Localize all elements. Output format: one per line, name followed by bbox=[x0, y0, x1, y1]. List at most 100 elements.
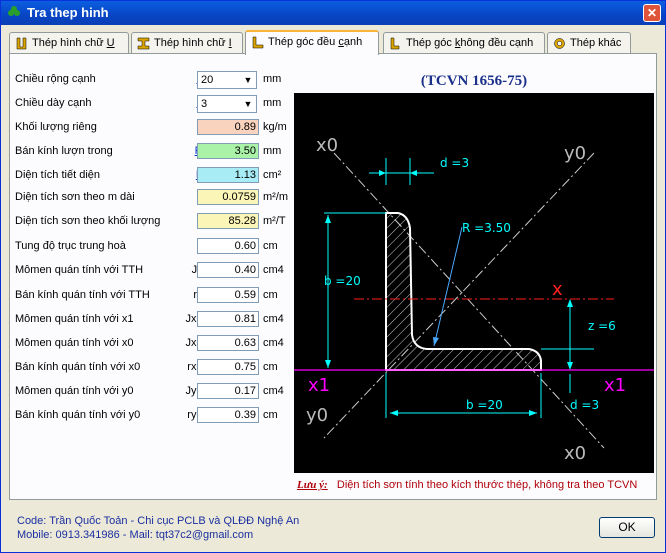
field-unit: cm² bbox=[263, 169, 282, 181]
field-unit: mm bbox=[263, 145, 282, 157]
field-value[interactable]: 0.40 bbox=[197, 262, 259, 278]
field-row: Tung độ trục trung hoàz=0.60cm bbox=[15, 238, 295, 256]
field-unit: cm bbox=[263, 361, 278, 373]
label-x0-top: x0 bbox=[316, 135, 338, 156]
field-value[interactable]: 0.81 bbox=[197, 311, 259, 327]
field-unit: kg/m bbox=[263, 121, 287, 133]
field-unit: cm4 bbox=[263, 337, 284, 349]
field-row: Mômen quán tính với x0Jx0=0.63cm4 bbox=[15, 335, 295, 353]
tab-label: Thép khác bbox=[570, 37, 622, 49]
field-value[interactable]: 3.50 bbox=[197, 143, 259, 159]
tab-label: Thép hình chữ U bbox=[32, 37, 115, 49]
field-unit: cm4 bbox=[263, 313, 284, 325]
field-value[interactable]: 85.28 bbox=[197, 213, 259, 229]
tab-thep-goc-deu-canh[interactable]: Thép góc đều cạnh bbox=[245, 30, 379, 55]
field-unit: cm bbox=[263, 289, 278, 301]
ring-icon bbox=[554, 38, 565, 49]
field-label: Khối lượng riêng bbox=[15, 121, 97, 133]
size-select[interactable]: 20 ▼ bbox=[197, 71, 257, 89]
field-label: Chiều dày cạnh bbox=[15, 97, 92, 109]
label-b-bottom: b =20 bbox=[466, 398, 503, 412]
field-value[interactable]: 0.17 bbox=[197, 383, 259, 399]
field-label: Bán kính lượn trong bbox=[15, 145, 113, 157]
field-label: Bán kính quán tính với TTH bbox=[15, 289, 150, 301]
field-row: Bán kính quán tính với x0rx0=0.75cm bbox=[15, 359, 295, 377]
field-row: Bán kính quán tính với TTHrx=0.59cm bbox=[15, 287, 295, 305]
field-unit: cm bbox=[263, 409, 278, 421]
angle-section-diagram: x0 y0 d =3 R =3.50 b =20 x z =6 x1 x1 y0… bbox=[294, 93, 654, 473]
field-value[interactable]: 0.60 bbox=[197, 238, 259, 254]
chevron-down-icon[interactable]: ▼ bbox=[240, 96, 256, 112]
field-row: Bán kính lượn trongR=3.50mm bbox=[15, 143, 295, 161]
field-row: Chiều rộng cạnhb=20▼mm bbox=[15, 71, 295, 89]
label-radius: R =3.50 bbox=[462, 221, 511, 235]
field-row: Bán kính quán tính với y0ry0=0.39cm bbox=[15, 407, 295, 425]
field-row: Mômen quán tính với x1Jx1=0.81cm4 bbox=[15, 311, 295, 329]
field-label: Diện tích sơn theo khối lượng bbox=[15, 215, 161, 227]
field-label: Diện tích sơn theo m dài bbox=[15, 191, 135, 203]
field-row: Mômen quán tính với TTHJx=0.40cm4 bbox=[15, 262, 295, 280]
tab-thep-chu-u[interactable]: Thép hình chữ U bbox=[9, 32, 129, 53]
footer-credits: Code: Trần Quốc Toản - Chi cục PCLB và Q… bbox=[17, 514, 299, 542]
field-value[interactable]: 0.63 bbox=[197, 335, 259, 351]
field-row: Khối lượng riêngg=0.89kg/m bbox=[15, 119, 295, 137]
field-label: Bán kính quán tính với x0 bbox=[15, 361, 141, 373]
tab-thep-khac[interactable]: Thép khác bbox=[547, 32, 631, 53]
tab-thep-goc-khong-deu-canh[interactable]: Thép góc không đều cạnh bbox=[383, 32, 545, 53]
field-unit: m²/T bbox=[263, 215, 286, 227]
tab-label: Thép góc đều cạnh bbox=[268, 36, 363, 48]
label-z: z =6 bbox=[588, 319, 616, 333]
field-value[interactable]: 0.0759 bbox=[197, 189, 259, 205]
close-button[interactable]: ✕ bbox=[643, 4, 661, 22]
note-text: Diện tích sơn tính theo kích thước thép,… bbox=[336, 479, 638, 491]
field-unit: cm4 bbox=[263, 385, 284, 397]
field-label: Chiều rộng cạnh bbox=[15, 73, 96, 85]
field-value[interactable]: 0.39 bbox=[197, 407, 259, 423]
field-label: Tung độ trục trung hoà bbox=[15, 240, 126, 252]
tab-label: Thép hình chữ I bbox=[154, 37, 232, 49]
label-x1-right: x1 bbox=[604, 375, 626, 396]
window-title: Tra thep hinh bbox=[27, 5, 109, 20]
i-beam-icon bbox=[137, 37, 150, 50]
field-value[interactable]: 1.13 bbox=[197, 167, 259, 183]
note-label: Lưu ý: bbox=[297, 479, 328, 491]
field-label: Diện tích tiết diện bbox=[15, 169, 100, 181]
field-label: Mômen quán tính với x0 bbox=[15, 337, 134, 349]
field-row: Chiều dày cạnhd=3▼mm bbox=[15, 95, 295, 113]
field-unit: m²/m bbox=[263, 191, 289, 203]
field-value[interactable]: 0.89 bbox=[197, 119, 259, 135]
label-x1-left: x1 bbox=[308, 375, 330, 396]
select-value: 20 bbox=[201, 74, 214, 86]
field-label: Mômen quán tính với y0 bbox=[15, 385, 134, 397]
label-b-left: b =20 bbox=[324, 274, 361, 288]
tab-thep-chu-i[interactable]: Thép hình chữ I bbox=[131, 32, 243, 53]
field-label: Mômen quán tính với TTH bbox=[15, 264, 144, 276]
label-d-right: d =3 bbox=[570, 398, 599, 412]
label-y0-bottom: y0 bbox=[306, 405, 328, 426]
footer-line-2: Mobile: 0913.341986 - Mail: tqt37c2@gmai… bbox=[17, 529, 254, 541]
equal-angle-icon bbox=[252, 36, 264, 49]
title-bar[interactable]: Tra thep hinh ✕ bbox=[1, 1, 665, 25]
angle-profile bbox=[385, 212, 542, 371]
chevron-down-icon[interactable]: ▼ bbox=[240, 72, 256, 88]
field-row: Diện tích tiết diệnF=1.13cm² bbox=[15, 167, 295, 185]
label-x0-bottom: x0 bbox=[564, 443, 586, 464]
field-row: Diện tích sơn theo m dài 0.0759 m²/m bbox=[15, 189, 295, 207]
field-unit: mm bbox=[263, 97, 282, 109]
field-unit: cm bbox=[263, 240, 278, 252]
select-value: 3 bbox=[201, 98, 208, 110]
u-channel-icon bbox=[16, 37, 27, 50]
label-d-top: d =3 bbox=[440, 156, 469, 170]
note: Lưu ý: Diện tích sơn tính theo kích thướ… bbox=[297, 479, 637, 491]
field-row: Diện tích sơn theo khối lượng 85.28 m²/T bbox=[15, 213, 295, 231]
field-unit: mm bbox=[263, 73, 282, 85]
standard-title: (TCVN 1656-75) bbox=[420, 73, 528, 89]
unequal-angle-icon bbox=[390, 37, 400, 50]
field-row: Mômen quán tính với y0Jy0=0.17cm4 bbox=[15, 383, 295, 401]
field-value[interactable]: 0.59 bbox=[197, 287, 259, 303]
size-select[interactable]: 3 ▼ bbox=[197, 95, 257, 113]
clover-icon bbox=[8, 6, 20, 16]
ok-button[interactable]: OK bbox=[599, 517, 655, 538]
field-value[interactable]: 0.75 bbox=[197, 359, 259, 375]
field-label: Bán kính quán tính với y0 bbox=[15, 409, 141, 421]
